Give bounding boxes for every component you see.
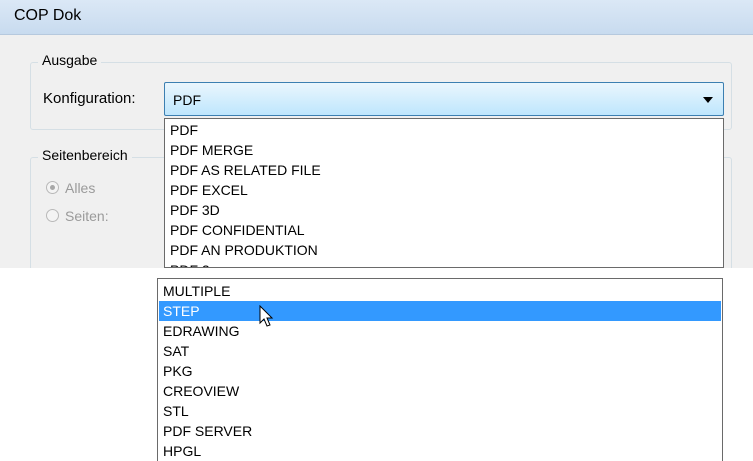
list-item[interactable]: PDF SERVER: [159, 421, 721, 441]
list-item-selected[interactable]: STEP: [159, 301, 721, 321]
list-item[interactable]: HPGL: [159, 441, 721, 461]
configuration-label: Konfiguration:: [43, 90, 136, 107]
list-item[interactable]: PDF AN PRODUKTION: [166, 240, 722, 260]
configuration-dropdown-list-scrolled[interactable]: MULTIPLE STEP EDRAWING SAT PKG CREOVIEW …: [157, 278, 723, 461]
radio-all-label: Alles: [65, 180, 96, 196]
list-item[interactable]: CREOVIEW: [159, 381, 721, 401]
configuration-value: PDF: [173, 92, 201, 108]
radio-checked-icon[interactable]: [46, 181, 59, 194]
list-item[interactable]: PDF: [166, 120, 722, 140]
page-range-group-legend: Seitenbereich: [38, 147, 132, 163]
mouse-pointer-icon: [259, 305, 274, 327]
list-item[interactable]: PDF CONFIDENTIAL: [166, 220, 722, 240]
output-group-legend: Ausgabe: [38, 52, 102, 68]
radio-all[interactable]: Alles: [46, 180, 95, 196]
cop-dok-dialog: COP Dok Ausgabe Konfiguration: PDF Seite…: [0, 0, 753, 268]
configuration-dropdown-list[interactable]: PDF PDF MERGE PDF AS RELATED FILE PDF EX…: [164, 118, 724, 268]
list-item[interactable]: PKG: [159, 361, 721, 381]
radio-unchecked-icon[interactable]: [46, 209, 59, 222]
radio-pages[interactable]: Seiten:: [46, 208, 109, 224]
radio-pages-label: Seiten:: [65, 208, 109, 224]
title-bar: COP Dok: [0, 0, 753, 35]
list-item[interactable]: EDRAWING: [159, 321, 721, 341]
list-item[interactable]: SAT: [159, 341, 721, 361]
list-item[interactable]: PDF 3D: [166, 200, 722, 220]
list-item[interactable]: PDF 2: [166, 260, 722, 267]
list-item[interactable]: MULTIPLE: [159, 281, 721, 301]
configuration-combobox[interactable]: PDF: [164, 82, 724, 116]
chevron-down-icon[interactable]: [703, 97, 713, 103]
list-item[interactable]: PDF AS RELATED FILE: [166, 160, 722, 180]
list-item[interactable]: PDF EXCEL: [166, 180, 722, 200]
window-title: COP Dok: [14, 7, 82, 24]
list-item[interactable]: PDF MERGE: [166, 140, 722, 160]
list-item[interactable]: STL: [159, 401, 721, 421]
